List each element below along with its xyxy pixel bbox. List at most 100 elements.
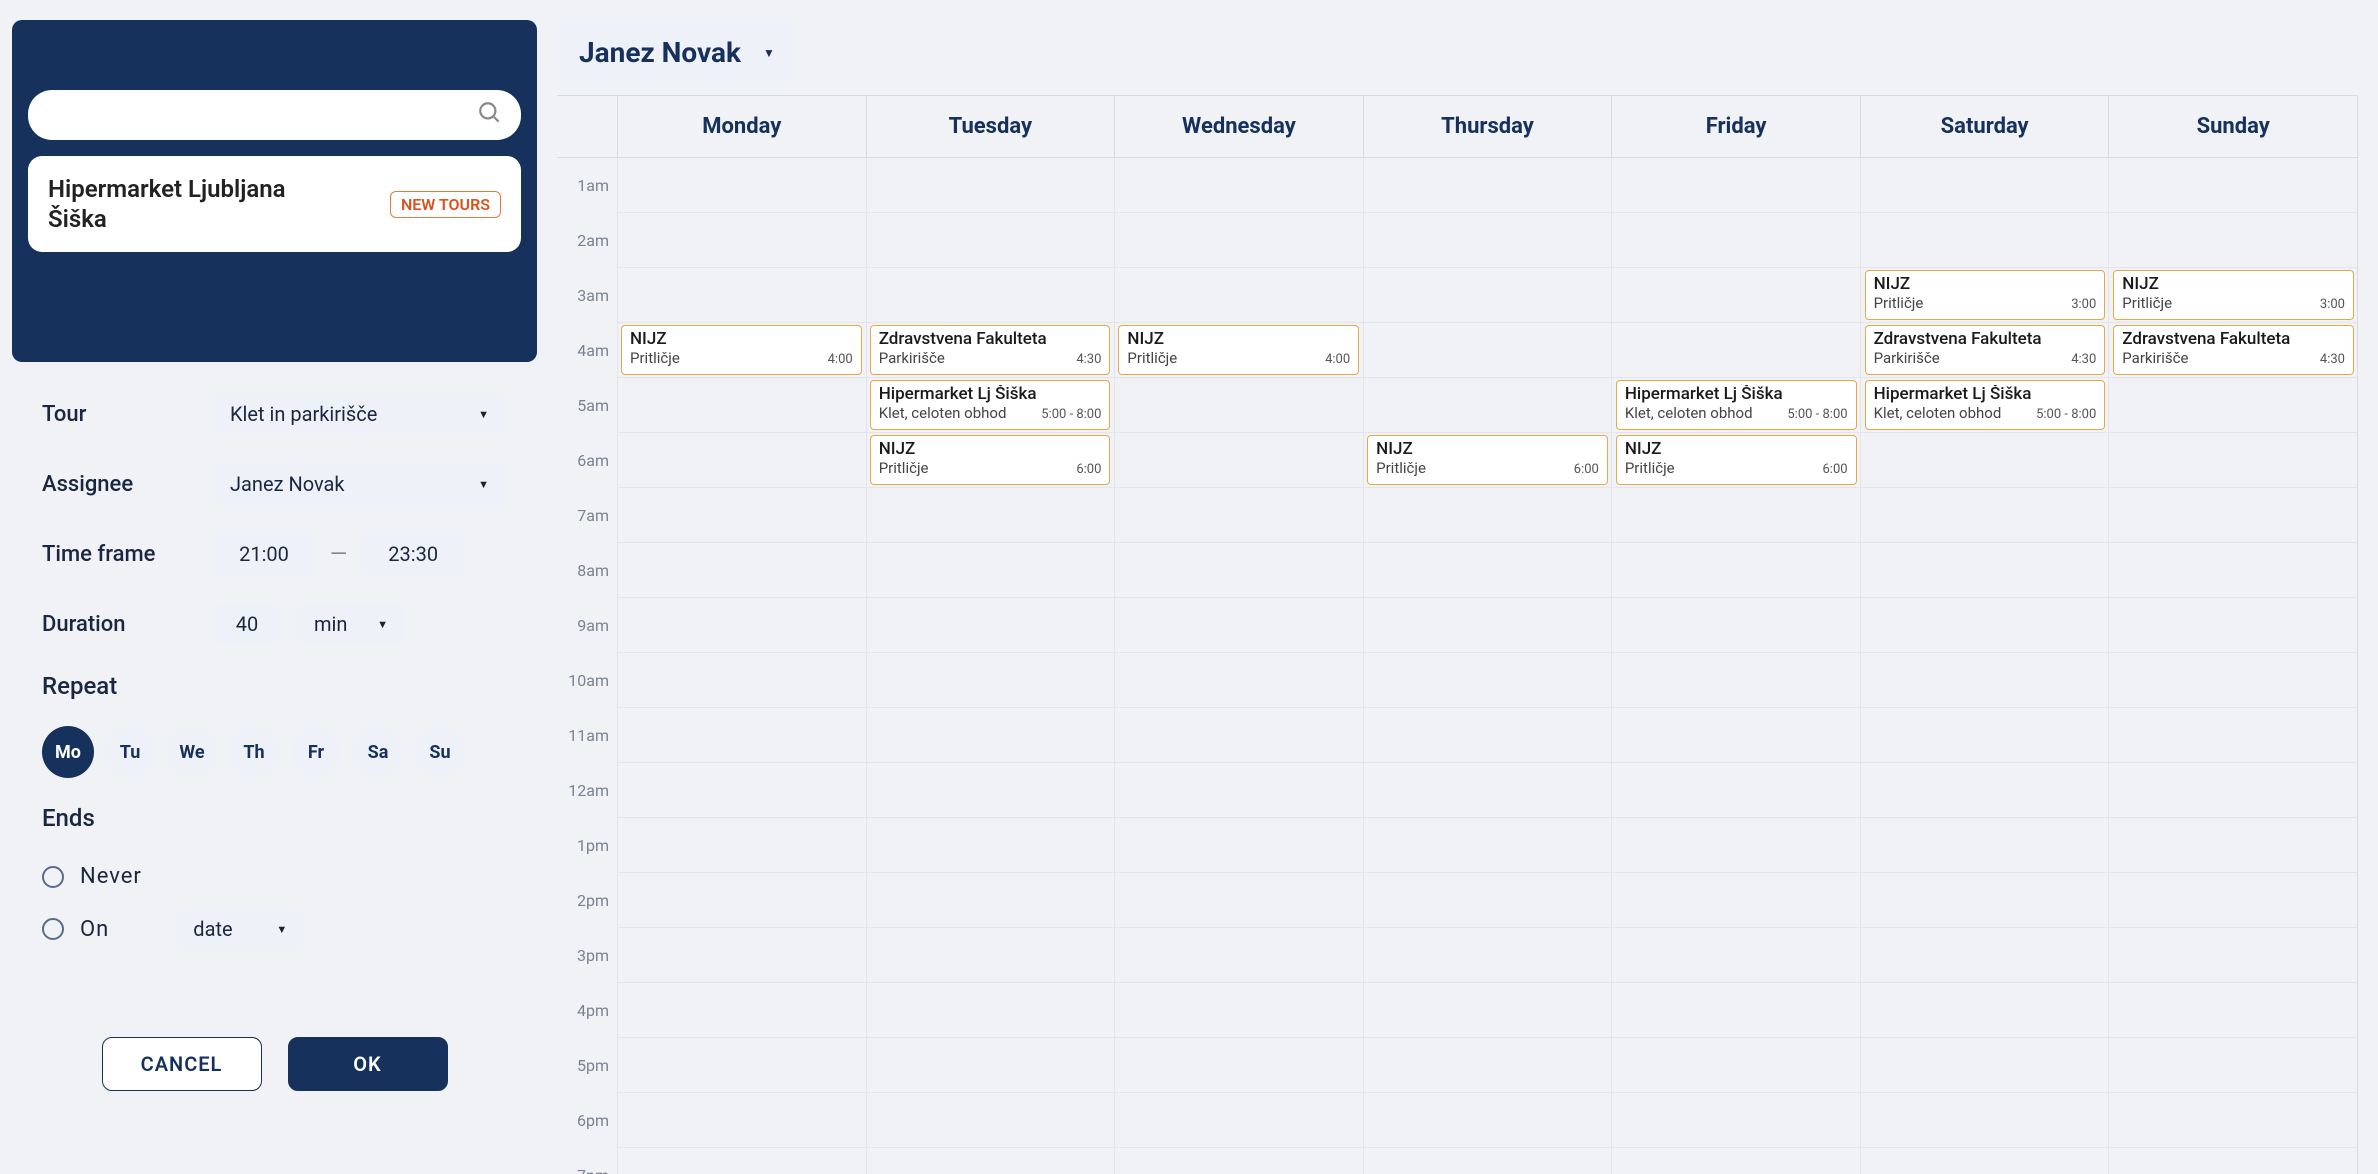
- grid-cell[interactable]: [1114, 378, 1363, 432]
- grid-cell[interactable]: [1860, 763, 2109, 817]
- day-chip-su[interactable]: Su: [414, 726, 466, 778]
- grid-cell[interactable]: [1363, 928, 1612, 982]
- grid-cell[interactable]: [866, 543, 1115, 597]
- grid-cell[interactable]: [2108, 1093, 2357, 1147]
- grid-cell[interactable]: [1611, 653, 1860, 707]
- grid-cell[interactable]: [1114, 708, 1363, 762]
- grid-cell[interactable]: [2108, 488, 2357, 542]
- grid-cell[interactable]: [1114, 928, 1363, 982]
- grid-cell[interactable]: [2108, 158, 2357, 212]
- grid-cell[interactable]: [1611, 1093, 1860, 1147]
- grid-cell[interactable]: [2108, 1148, 2357, 1174]
- grid-cell[interactable]: [1363, 1038, 1612, 1092]
- radio-never[interactable]: [42, 866, 64, 888]
- grid-cell[interactable]: [617, 818, 866, 872]
- grid-cell[interactable]: [1363, 653, 1612, 707]
- location-card[interactable]: Hipermarket Ljubljana Šiška NEW TOURS: [28, 156, 521, 252]
- calendar-event[interactable]: Hipermarket Lj ŠiškaKlet, celoten obhod5…: [870, 380, 1111, 430]
- calendar-event[interactable]: NIJZPritličje4:00: [621, 325, 862, 375]
- grid-cell[interactable]: [1363, 268, 1612, 322]
- grid-cell[interactable]: [1114, 653, 1363, 707]
- calendar-event[interactable]: NIJZPritličje3:00: [1865, 270, 2106, 320]
- grid-cell[interactable]: [866, 488, 1115, 542]
- grid-cell[interactable]: [866, 268, 1115, 322]
- grid-cell[interactable]: [617, 488, 866, 542]
- grid-cell[interactable]: [866, 763, 1115, 817]
- grid-cell[interactable]: [1363, 213, 1612, 267]
- grid-cell[interactable]: [1611, 1038, 1860, 1092]
- grid-cell[interactable]: [617, 158, 866, 212]
- calendar-event[interactable]: NIJZPritličje4:00: [1118, 325, 1359, 375]
- grid-cell[interactable]: [1860, 433, 2109, 487]
- grid-cell[interactable]: [2108, 653, 2357, 707]
- grid-cell[interactable]: [1860, 213, 2109, 267]
- grid-cell[interactable]: [1860, 488, 2109, 542]
- grid-cell[interactable]: [2108, 983, 2357, 1037]
- grid-cell[interactable]: [1611, 323, 1860, 377]
- grid-cell[interactable]: [1860, 158, 2109, 212]
- duration-unit-select[interactable]: min: [296, 602, 406, 646]
- grid-cell[interactable]: [1860, 1093, 2109, 1147]
- grid-cell[interactable]: [617, 763, 866, 817]
- grid-cell[interactable]: [1114, 488, 1363, 542]
- time-start[interactable]: 21:00: [212, 532, 316, 576]
- calendar-event[interactable]: Zdravstvena FakultetaParkirišče4:30: [1865, 325, 2106, 375]
- grid-cell[interactable]: [1114, 598, 1363, 652]
- grid-cell[interactable]: [2108, 763, 2357, 817]
- grid-cell[interactable]: [1363, 1093, 1612, 1147]
- grid-cell[interactable]: [1860, 653, 2109, 707]
- grid-cell[interactable]: [1363, 1148, 1612, 1174]
- grid-cell[interactable]: [1611, 488, 1860, 542]
- grid-cell[interactable]: [1363, 818, 1612, 872]
- grid-cell[interactable]: [2108, 928, 2357, 982]
- grid-cell[interactable]: [1611, 983, 1860, 1037]
- day-chip-we[interactable]: We: [166, 726, 218, 778]
- grid-cell[interactable]: [617, 1093, 866, 1147]
- grid-cell[interactable]: [1611, 213, 1860, 267]
- grid-cell[interactable]: [2108, 378, 2357, 432]
- grid-cell[interactable]: [1114, 158, 1363, 212]
- grid-cell[interactable]: [866, 873, 1115, 927]
- grid-cell[interactable]: [2108, 818, 2357, 872]
- grid-cell[interactable]: [866, 158, 1115, 212]
- grid-cell[interactable]: [617, 268, 866, 322]
- grid-cell[interactable]: [866, 1038, 1115, 1092]
- grid-cell[interactable]: [866, 1148, 1115, 1174]
- grid-cell[interactable]: [617, 928, 866, 982]
- grid-cell[interactable]: [866, 653, 1115, 707]
- grid-cell[interactable]: [617, 983, 866, 1037]
- grid-cell[interactable]: [866, 983, 1115, 1037]
- grid-cell[interactable]: [1363, 598, 1612, 652]
- grid-cell[interactable]: [1363, 708, 1612, 762]
- search-input[interactable]: [46, 102, 477, 128]
- grid-cell[interactable]: [1860, 873, 2109, 927]
- grid-cell[interactable]: [617, 213, 866, 267]
- person-select[interactable]: Janez Novak: [557, 20, 797, 85]
- grid-cell[interactable]: [1860, 1038, 2109, 1092]
- grid-cell[interactable]: [1611, 158, 1860, 212]
- grid-cell[interactable]: [1611, 598, 1860, 652]
- calendar-event[interactable]: Zdravstvena FakultetaParkirišče4:30: [2113, 325, 2354, 375]
- calendar-event[interactable]: Hipermarket Lj ŠiškaKlet, celoten obhod5…: [1865, 380, 2106, 430]
- grid-cell[interactable]: [866, 818, 1115, 872]
- duration-value-input[interactable]: 40: [212, 602, 282, 646]
- time-end[interactable]: 23:30: [361, 532, 465, 576]
- grid-cell[interactable]: [866, 928, 1115, 982]
- grid-cell[interactable]: [1611, 708, 1860, 762]
- grid-cell[interactable]: [1860, 983, 2109, 1037]
- grid-cell[interactable]: [1114, 543, 1363, 597]
- ok-button[interactable]: OK: [288, 1037, 448, 1091]
- grid-cell[interactable]: [1114, 983, 1363, 1037]
- grid-cell[interactable]: [1114, 818, 1363, 872]
- grid-cell[interactable]: [1611, 818, 1860, 872]
- calendar-event[interactable]: NIJZPritličje6:00: [870, 435, 1111, 485]
- grid-cell[interactable]: [1363, 543, 1612, 597]
- grid-cell[interactable]: [1114, 763, 1363, 817]
- calendar-event[interactable]: Zdravstvena FakultetaParkirišče4:30: [870, 325, 1111, 375]
- calendar-event[interactable]: NIJZPritličje6:00: [1367, 435, 1608, 485]
- grid-cell[interactable]: [1611, 763, 1860, 817]
- grid-cell[interactable]: [617, 1038, 866, 1092]
- calendar-event[interactable]: Hipermarket Lj ŠiškaKlet, celoten obhod5…: [1616, 380, 1857, 430]
- grid-cell[interactable]: [617, 433, 866, 487]
- day-chip-sa[interactable]: Sa: [352, 726, 404, 778]
